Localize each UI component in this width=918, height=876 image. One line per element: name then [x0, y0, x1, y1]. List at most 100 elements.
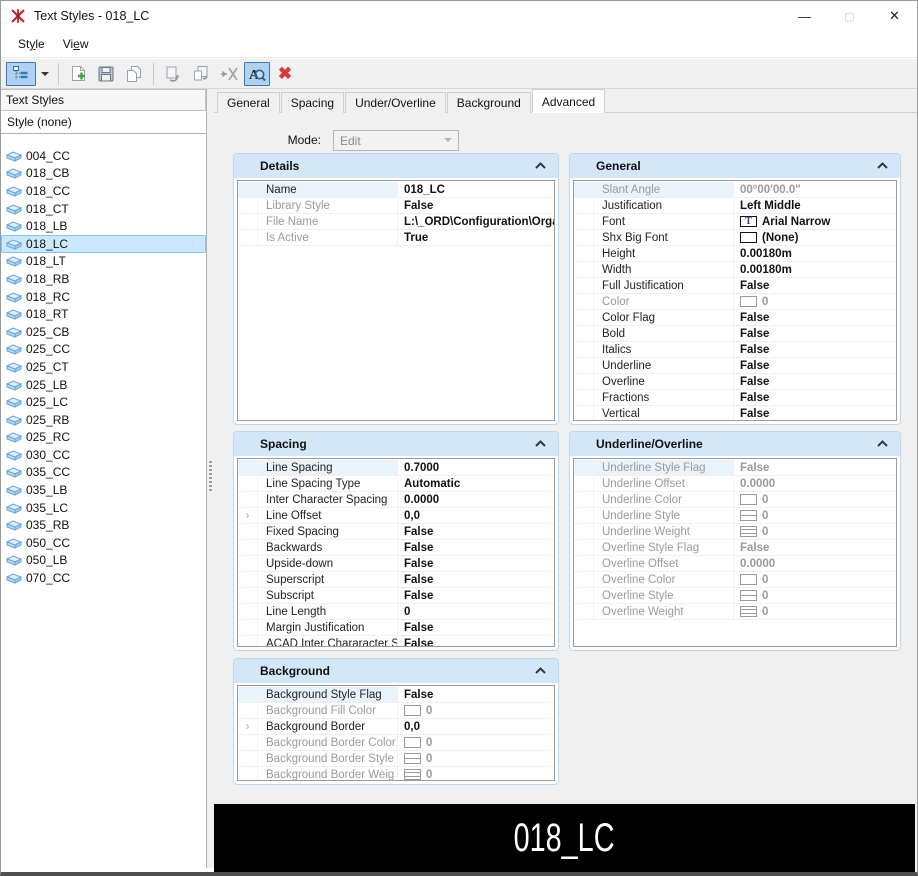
property-value[interactable]: 0.00180m	[734, 264, 896, 276]
property-row-line-spacing-type[interactable]: Line Spacing Type Automatic	[238, 476, 554, 492]
copy-style-button[interactable]	[121, 62, 147, 86]
property-value[interactable]: False	[398, 590, 554, 602]
property-value[interactable]: 018_LC	[398, 184, 554, 196]
property-value[interactable]: 0	[734, 510, 896, 522]
style-item-035-lb[interactable]: 035_LB	[1, 481, 206, 499]
expander-chevron-icon[interactable]: ›	[238, 719, 258, 734]
property-row-background-border-weig[interactable]: Background Border Weig 0	[238, 767, 554, 780]
property-row-acad-inter-chararacter-s[interactable]: ACAD Inter Chararacter S False	[238, 636, 554, 647]
property-value[interactable]: Left Middle	[734, 200, 896, 212]
property-row-superscript[interactable]: Superscript False	[238, 572, 554, 588]
property-value[interactable]: False	[398, 622, 554, 634]
style-item-018-rb[interactable]: 018_RB	[1, 270, 206, 288]
property-row-name[interactable]: Name 018_LC	[238, 182, 554, 198]
property-row-underline-weight[interactable]: Underline Weight 0	[574, 524, 896, 540]
property-value[interactable]: False	[734, 462, 896, 474]
tab-spacing[interactable]: Spacing	[280, 92, 345, 113]
new-style-button[interactable]	[65, 62, 91, 86]
property-row-underline-color[interactable]: Underline Color 0	[574, 492, 896, 508]
property-row-underline[interactable]: Underline False	[574, 358, 896, 374]
property-row-subscript[interactable]: Subscript False	[238, 588, 554, 604]
style-item-035-rb[interactable]: 035_RB	[1, 516, 206, 534]
property-value[interactable]: False	[398, 638, 554, 647]
property-value[interactable]: 0	[734, 574, 896, 586]
property-row-overline-weight[interactable]: Overline Weight 0	[574, 604, 896, 620]
menu-style[interactable]: Style	[9, 33, 54, 55]
style-item-025-rb[interactable]: 025_RB	[1, 411, 206, 429]
property-value[interactable]: Automatic	[398, 478, 554, 490]
update-from-library-button[interactable]	[216, 62, 242, 86]
property-row-is-active[interactable]: Is Active True	[238, 230, 554, 246]
menu-view[interactable]: View	[54, 33, 98, 55]
style-item-018-lb[interactable]: 018_LB	[1, 217, 206, 235]
property-value[interactable]: 0.0000	[398, 494, 554, 506]
property-row-background-border-style[interactable]: Background Border Style 0	[238, 751, 554, 767]
panel-splitter[interactable]	[206, 89, 214, 868]
property-value[interactable]: False	[398, 526, 554, 538]
property-row-fractions[interactable]: Fractions False	[574, 390, 896, 406]
property-value[interactable]: False	[734, 328, 896, 340]
tab-under-overline[interactable]: Under/Overline	[345, 92, 446, 113]
property-row-shx-big-font[interactable]: Shx Big Font (None)	[574, 230, 896, 246]
property-row-overline-color[interactable]: Overline Color 0	[574, 572, 896, 588]
property-row-font[interactable]: Font T Arial Narrow	[574, 214, 896, 230]
property-row-file-name[interactable]: File Name L:\_ORD\Configuration\Organ	[238, 214, 554, 230]
property-row-inter-character-spacing[interactable]: Inter Character Spacing 0.0000	[238, 492, 554, 508]
tree-view-toggle-button[interactable]	[6, 61, 36, 86]
tab-general[interactable]: General	[217, 92, 280, 113]
style-item-018-cb[interactable]: 018_CB	[1, 165, 206, 183]
property-value[interactable]: 0.7000	[398, 462, 554, 474]
property-value[interactable]: False	[398, 689, 554, 701]
style-item-030-cc[interactable]: 030_CC	[1, 446, 206, 464]
style-none-item[interactable]: Style (none)	[1, 111, 206, 133]
property-row-justification[interactable]: Justification Left Middle	[574, 198, 896, 214]
property-value[interactable]: False	[398, 558, 554, 570]
property-row-overline-offset[interactable]: Overline Offset 0.0000	[574, 556, 896, 572]
tab-advanced[interactable]: Advanced	[531, 89, 606, 113]
property-value[interactable]: 0	[734, 526, 896, 538]
property-value[interactable]: 0	[398, 753, 554, 765]
general-panel-header[interactable]: General	[570, 154, 900, 178]
property-value[interactable]: 0.00180m	[734, 248, 896, 260]
property-row-vertical[interactable]: Vertical False	[574, 406, 896, 420]
view-mode-dropdown-button[interactable]	[38, 62, 52, 86]
style-item-025-lc[interactable]: 025_LC	[1, 393, 206, 411]
background-panel-header[interactable]: Background	[234, 659, 558, 683]
mode-dropdown[interactable]: Edit	[333, 130, 459, 151]
preview-toggle-button[interactable]: A	[244, 61, 270, 86]
property-value[interactable]: False	[734, 392, 896, 404]
property-row-backwards[interactable]: Backwards False	[238, 540, 554, 556]
property-row-overline-style[interactable]: Overline Style 0	[574, 588, 896, 604]
property-value[interactable]: False	[734, 408, 896, 420]
underline-panel-header[interactable]: Underline/Overline	[570, 432, 900, 456]
style-item-004-cc[interactable]: 004_CC	[1, 147, 206, 165]
property-row-background-style-flag[interactable]: Background Style Flag False	[238, 687, 554, 703]
import-style-button[interactable]	[160, 62, 186, 86]
property-row-underline-style[interactable]: Underline Style 0	[574, 508, 896, 524]
property-value[interactable]: False	[734, 344, 896, 356]
property-row-height[interactable]: Height 0.00180m	[574, 246, 896, 262]
save-style-button[interactable]	[93, 62, 119, 86]
property-value[interactable]: 0.0000	[734, 478, 896, 490]
property-row-italics[interactable]: Italics False	[574, 342, 896, 358]
property-row-width[interactable]: Width 0.00180m	[574, 262, 896, 278]
property-row-upside-down[interactable]: Upside-down False	[238, 556, 554, 572]
property-value[interactable]: 0,0	[398, 721, 554, 733]
copy-from-file-button[interactable]	[188, 62, 214, 86]
details-panel-header[interactable]: Details	[234, 154, 558, 178]
property-row-overline-style-flag[interactable]: Overline Style Flag False	[574, 540, 896, 556]
property-row-color-flag[interactable]: Color Flag False	[574, 310, 896, 326]
style-item-070-cc[interactable]: 070_CC	[1, 569, 206, 587]
style-item-018-lc[interactable]: 018_LC	[1, 234, 206, 253]
style-item-025-cc[interactable]: 025_CC	[1, 341, 206, 359]
property-value[interactable]: False	[734, 376, 896, 388]
style-item-025-ct[interactable]: 025_CT	[1, 358, 206, 376]
property-value[interactable]: (None)	[734, 232, 896, 244]
property-row-fixed-spacing[interactable]: Fixed Spacing False	[238, 524, 554, 540]
property-row-background-border[interactable]: › Background Border 0,0	[238, 719, 554, 735]
property-value[interactable]: True	[398, 232, 554, 244]
tab-background[interactable]: Background	[446, 92, 531, 113]
style-item-035-cc[interactable]: 035_CC	[1, 464, 206, 482]
property-value[interactable]: False	[734, 312, 896, 324]
style-item-018-rc[interactable]: 018_RC	[1, 288, 206, 306]
